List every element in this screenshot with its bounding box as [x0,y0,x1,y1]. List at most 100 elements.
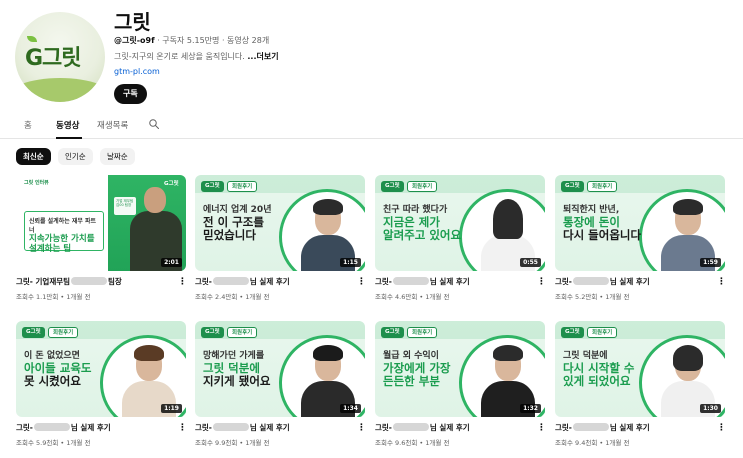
video-duration: 2:01 [161,258,182,267]
caption-line2: 그릿 덕분에 [203,360,260,375]
thumb-box-line2: 지속가능한 가치를 설계하는 팀 [29,234,95,255]
video-thumbnail[interactable]: G그릿 회원후기 망해가던 가게를 그릿 덕분에 지키게 됐어요 1:34 [195,321,365,417]
more-vert-icon[interactable]: ⋮ [537,422,546,434]
more-vert-icon[interactable]: ⋮ [178,276,187,288]
video-thumbnail[interactable]: G그릿 회원후기 월급 외 수익이 가장에게 가장 든든한 부분 1:32 [375,321,545,417]
video-card[interactable]: 그릿 인터뷰 신뢰를 설계하는 재무 파트너 지속가능한 가치를 설계하는 팀 … [16,175,187,301]
upload-age: 1개월 전 [425,439,450,447]
chip-popular[interactable]: 인기순 [58,148,93,165]
view-count: 조회수 1.1만회 [16,293,59,301]
caption-line2: 아이들 교육도 [24,360,92,375]
avatar-hill [15,78,105,102]
thumb-corner-logo: G그릿 [164,181,179,187]
person-hair [134,345,164,361]
tab-videos[interactable]: 동영상 [56,119,79,131]
thumb-brand-badge: G그릿 [22,327,45,338]
tab-home[interactable]: 홈 [24,119,32,131]
chip-oldest[interactable]: 날짜순 [100,148,135,165]
video-card[interactable]: G그릿 회원후기 월급 외 수익이 가장에게 가장 든든한 부분 1:32 그릿… [375,321,546,447]
video-card[interactable]: G그릿 회원후기 퇴직한지 반년, 통장에 돈이 다시 들어옵니다 1:59 그… [555,175,726,301]
caption-line2: 전 이 구조를 [203,214,264,229]
upload-age: 1개월 전 [425,293,450,301]
thumb-review-badge: 회원후기 [227,181,258,192]
thumb-brand-badge: G그릿 [561,327,584,338]
video-thumbnail[interactable]: G그릿 회원후기 이 돈 없었으면 아이들 교육도 못 시켰어요 1:19 [16,321,186,417]
view-count: 조회수 5.2만회 [555,293,598,301]
caption-line2: 다시 시작할 수 [563,360,635,375]
video-thumbnail[interactable]: 그릿 인터뷰 신뢰를 설계하는 재무 파트너 지속가능한 가치를 설계하는 팀 … [16,175,186,271]
caption-line2: 가장에게 가장 [383,360,451,375]
more-vert-icon[interactable]: ⋮ [357,276,366,288]
upload-age: 1개월 전 [245,439,270,447]
upload-age: 1개월 전 [605,293,630,301]
tab-playlists[interactable]: 재생목록 [97,119,128,131]
thumb-box-line1: 신뢰를 설계하는 재무 파트너 [29,218,96,234]
search-icon[interactable] [148,118,160,130]
redacted-name [572,277,609,285]
thumb-caption: 이 돈 없었으면 아이들 교육도 못 시켰어요 [24,351,124,389]
video-thumbnail[interactable]: G그릿 회원후기 에너지 업계 20년 전 이 구조를 믿었습니다 1:15 [195,175,365,271]
video-meta: 조회수 9.9천회 • 1개월 전 [195,439,270,447]
channel-avatar[interactable]: G그릿 [15,12,105,102]
thumb-review-badge: 회원후기 [48,327,79,338]
thumb-caption: 퇴직한지 반년, 통장에 돈이 다시 들어옵니다 [563,205,663,243]
video-title[interactable]: 그릿- 님 실제 후기 [555,422,725,433]
title-suffix: 님 실제 후기 [429,277,470,286]
title-suffix: 님 실제 후기 [70,423,111,432]
meta-sep: ‧ [221,36,225,45]
subscribe-button[interactable]: 구독 [114,84,147,104]
active-tab-indicator [56,137,82,139]
channel-meta: @그릿-o9f ‧ 구독자 5.15만명 ‧ 동영상 28개 [114,35,269,46]
channel-description[interactable]: 그릿-지구의 온기로 세상을 움직입니다. ...더보기 [114,51,279,62]
more-vert-icon[interactable]: ⋮ [537,276,546,288]
video-card[interactable]: G그릿 회원후기 에너지 업계 20년 전 이 구조를 믿었습니다 1:15 그… [195,175,366,301]
title-suffix: 팀장 [108,277,122,286]
more-link[interactable]: ...더보기 [247,52,278,61]
video-title[interactable]: 그릿- 님 실제 후기 [195,422,365,433]
more-vert-icon[interactable]: ⋮ [717,276,726,288]
description-text: 그릿-지구의 온기로 세상을 움직입니다. [114,52,248,61]
video-meta: 조회수 5.2만회 • 1개월 전 [555,293,630,301]
avatar-logo: G그릿 [25,46,82,71]
channel-link[interactable]: gtm-pl.com [114,67,160,76]
video-title[interactable]: 그릿- 님 실제 후기 [375,276,545,287]
video-title[interactable]: 그릿- 님 실제 후기 [555,276,725,287]
video-title[interactable]: 그릿- 님 실제 후기 [375,422,545,433]
channel-handle: @그릿-o9f [114,36,155,45]
more-vert-icon[interactable]: ⋮ [717,422,726,434]
more-vert-icon[interactable]: ⋮ [357,422,366,434]
video-title[interactable]: 그릿- 님 실제 후기 [16,422,186,433]
title-prefix: 그릿- 기업재무팀 [16,277,71,286]
more-vert-icon[interactable]: ⋮ [178,422,187,434]
person-hair [673,345,703,371]
video-duration: 1:59 [700,258,721,267]
redacted-name [33,423,70,431]
caption-line3: 든든한 부분 [383,374,440,389]
video-duration: 0:55 [520,258,541,267]
chip-latest[interactable]: 최신순 [16,148,51,165]
video-duration: 1:34 [340,404,361,413]
video-thumbnail[interactable]: G그릿 회원후기 퇴직한지 반년, 통장에 돈이 다시 들어옵니다 1:59 [555,175,725,271]
channel-name: 그릿 [114,10,151,34]
video-title[interactable]: 그릿- 님 실제 후기 [195,276,365,287]
caption-line3: 못 시켰어요 [24,374,81,389]
video-count: 동영상 28개 [227,36,270,45]
caption-line3: 믿었습니다 [203,228,256,243]
video-card[interactable]: G그릿 회원후기 그릿 덕분에 다시 시작할 수 있게 되었어요 1:30 그릿… [555,321,726,447]
video-card[interactable]: G그릿 회원후기 망해가던 가게를 그릿 덕분에 지키게 됐어요 1:34 그릿… [195,321,366,447]
title-prefix: 그릿- [195,277,212,286]
title-prefix: 그릿- [555,423,572,432]
view-count: 조회수 4.6만회 [375,293,418,301]
caption-line3: 알려주고 있어요 [383,228,462,243]
video-duration: 1:32 [520,404,541,413]
video-title[interactable]: 그릿- 기업재무팀 팀장 [16,276,186,287]
video-card[interactable]: G그릿 회원후기 친구 따라 했다가 지금은 제가 알려주고 있어요 0:55 … [375,175,546,301]
video-thumbnail[interactable]: G그릿 회원후기 그릿 덕분에 다시 시작할 수 있게 되었어요 1:30 [555,321,725,417]
title-suffix: 님 실제 후기 [609,277,650,286]
video-card[interactable]: G그릿 회원후기 이 돈 없었으면 아이들 교육도 못 시켰어요 1:19 그릿… [16,321,187,447]
video-thumbnail[interactable]: G그릿 회원후기 친구 따라 했다가 지금은 제가 알려주고 있어요 0:55 [375,175,545,271]
thumb-brand-badge: G그릿 [381,181,404,192]
presenter-face [144,187,166,213]
thumb-slide: 기업 재무팀 김00 팀장 [114,197,136,215]
title-suffix: 님 실제 후기 [429,423,470,432]
